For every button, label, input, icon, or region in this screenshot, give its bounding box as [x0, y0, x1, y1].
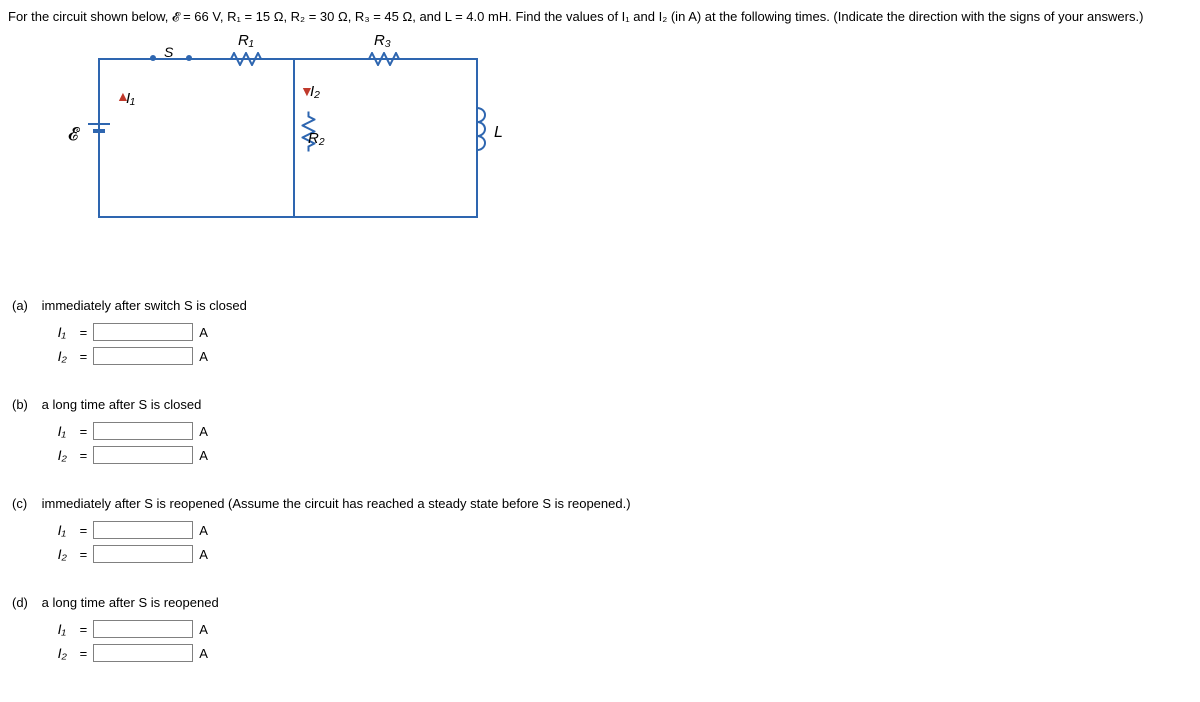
question-values: 𝓔 = 66 V, R₁ = 15 Ω, R₂ = 30 Ω, R₃ = 45 … [172, 9, 512, 24]
part-c-i2-row: I₂ = A [58, 545, 631, 563]
part-d-i2-var: I₂ [58, 645, 74, 661]
question-prefix: For the circuit shown below, [8, 9, 172, 24]
equals-sign: = [80, 325, 88, 340]
unit-label: A [199, 349, 208, 364]
part-b-i2-input[interactable] [93, 446, 193, 464]
part-c-i2-input[interactable] [93, 545, 193, 563]
part-a-i1-var: I₁ [58, 324, 74, 340]
part-b-i1-input[interactable] [93, 422, 193, 440]
part-c-i1-row: I₁ = A [58, 521, 631, 539]
part-a-i1-row: I₁ = A [58, 323, 247, 341]
unit-label: A [199, 523, 208, 538]
part-b: (b) a long time after S is closed I₁ = A… [12, 397, 1192, 470]
part-c: (c) immediately after S is reopened (Ass… [12, 496, 1192, 569]
equals-sign: = [80, 523, 88, 538]
part-d-prompt: a long time after S is reopened [42, 595, 219, 610]
part-b-label: (b) [12, 397, 38, 412]
resistor-r1-icon [226, 52, 266, 69]
circuit-middle-branch [293, 58, 295, 218]
unit-label: A [199, 424, 208, 439]
equals-sign: = [80, 349, 88, 364]
unit-label: A [199, 448, 208, 463]
inductor-icon [462, 100, 492, 163]
question-text: For the circuit shown below, 𝓔 = 66 V, R… [8, 8, 1192, 26]
current-i1-label: I₁ [126, 90, 135, 107]
part-a-i1-input[interactable] [93, 323, 193, 341]
parts-container: (a) immediately after switch S is closed… [12, 298, 1192, 668]
part-d-i1-input[interactable] [93, 620, 193, 638]
part-c-i1-input[interactable] [93, 521, 193, 539]
part-b-i1-row: I₁ = A [58, 422, 208, 440]
current-i2-label: I₂ [310, 83, 320, 100]
part-b-i2-row: I₂ = A [58, 446, 208, 464]
resistor-r3-label: R₃ [374, 32, 391, 49]
part-d-i1-var: I₁ [58, 621, 74, 637]
resistor-r3-icon [364, 52, 404, 69]
unit-label: A [199, 325, 208, 340]
part-a-i2-var: I₂ [58, 348, 74, 364]
equals-sign: = [80, 547, 88, 562]
part-a-prompt: immediately after switch S is closed [42, 298, 247, 313]
equals-sign: = [80, 646, 88, 661]
part-d-i1-row: I₁ = A [58, 620, 219, 638]
question-find: Find the values of I₁ and I₂ (in A) at t… [512, 9, 1144, 24]
equals-sign: = [80, 448, 88, 463]
part-a: (a) immediately after switch S is closed… [12, 298, 1192, 371]
part-a-i2-row: I₂ = A [58, 347, 247, 365]
part-c-i1-var: I₁ [58, 522, 74, 538]
part-d: (d) a long time after S is reopened I₁ =… [12, 595, 1192, 668]
emf-label: 𝓔 [68, 124, 78, 145]
part-a-label: (a) [12, 298, 38, 313]
resistor-r2-label: R₂ [308, 130, 325, 147]
emf-battery-icon [88, 123, 110, 133]
equals-sign: = [80, 622, 88, 637]
part-d-i2-row: I₂ = A [58, 644, 219, 662]
circuit-outer-loop [98, 58, 478, 218]
part-d-i2-input[interactable] [93, 644, 193, 662]
switch-label: S [164, 44, 173, 60]
circuit-diagram: S R₁ R₂ R₃ L 𝓔 ▲ I₁ ▼ I₂ [78, 38, 548, 268]
part-d-label: (d) [12, 595, 38, 610]
resistor-r1-label: R₁ [238, 32, 254, 49]
part-c-label: (c) [12, 496, 38, 511]
part-b-i1-var: I₁ [58, 423, 74, 439]
part-c-i2-var: I₂ [58, 546, 74, 562]
inductor-label: L [494, 124, 503, 142]
equals-sign: = [80, 424, 88, 439]
part-c-prompt: immediately after S is reopened (Assume … [42, 496, 631, 511]
part-a-i2-input[interactable] [93, 347, 193, 365]
part-b-i2-var: I₂ [58, 447, 74, 463]
unit-label: A [199, 622, 208, 637]
unit-label: A [199, 547, 208, 562]
unit-label: A [199, 646, 208, 661]
part-b-prompt: a long time after S is closed [42, 397, 208, 412]
